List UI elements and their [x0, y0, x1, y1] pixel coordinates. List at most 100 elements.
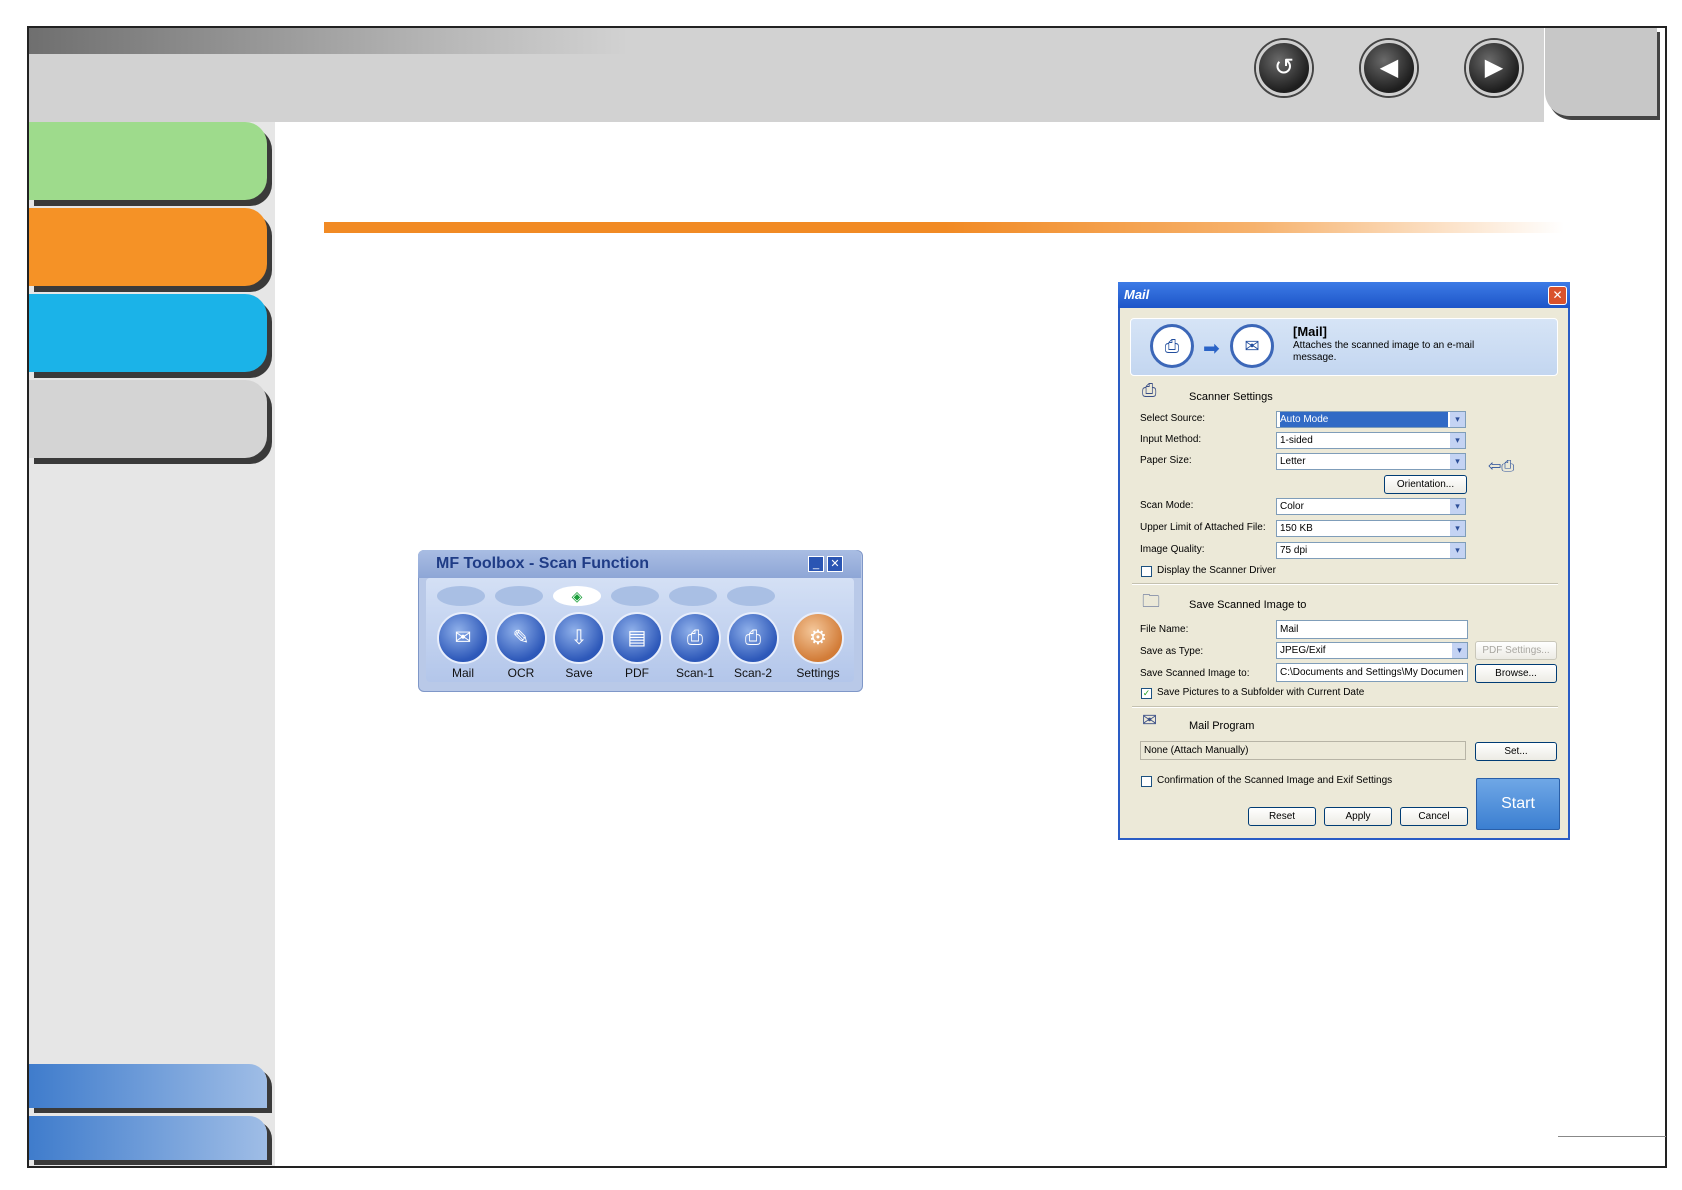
- select-source-dropdown[interactable]: Auto Mode ▾: [1276, 411, 1466, 428]
- banner-heading: [Mail]: [1293, 324, 1327, 339]
- indicator-pdf: [611, 586, 659, 606]
- scanner-settings-icon: ⎙: [1142, 380, 1157, 400]
- paper-size-value: Letter: [1280, 456, 1306, 467]
- toolbox-title: MF Toolbox - Scan Function: [436, 555, 650, 572]
- section-divider: [1132, 706, 1558, 708]
- save-image-title: Save Scanned Image to: [1189, 599, 1307, 611]
- save-button-label: Save: [565, 666, 593, 680]
- ocr-icon[interactable]: ✎: [495, 612, 547, 664]
- chevron-down-icon[interactable]: ▾: [1450, 543, 1465, 558]
- mail-program-field: None (Attach Manually): [1140, 741, 1466, 760]
- scan1-button-label: Scan-1: [675, 666, 715, 680]
- scan2-icon[interactable]: ⎙: [727, 612, 779, 664]
- upper-limit-label: Upper Limit of Attached File:: [1140, 522, 1266, 533]
- confirmation-checkbox[interactable]: [1141, 776, 1152, 787]
- paper-size-label: Paper Size:: [1140, 455, 1192, 466]
- apply-button[interactable]: Apply: [1324, 807, 1392, 826]
- chevron-down-icon[interactable]: ▾: [1450, 454, 1465, 469]
- pdf-settings-button[interactable]: PDF Settings...: [1475, 641, 1557, 660]
- chevron-down-icon[interactable]: ▾: [1450, 433, 1465, 448]
- settings-button-label: Settings: [796, 666, 840, 680]
- indicator-scan2: [727, 586, 775, 606]
- scan2-button-label: Scan-2: [733, 666, 773, 680]
- paper-size-dropdown[interactable]: Letter ▾: [1276, 453, 1466, 470]
- image-quality-label: Image Quality:: [1140, 544, 1205, 555]
- sidebar-tab-cyan[interactable]: [29, 294, 267, 372]
- start-button[interactable]: Start: [1476, 778, 1560, 830]
- pdf-button-label: PDF: [625, 666, 649, 680]
- email-icon: ✉: [1230, 324, 1274, 368]
- minimize-icon[interactable]: _: [808, 556, 824, 572]
- file-name-input[interactable]: Mail: [1276, 620, 1468, 639]
- chevron-down-icon[interactable]: ▾: [1452, 643, 1467, 658]
- indicator-mail: [437, 586, 485, 606]
- indicator-ocr: [495, 586, 543, 606]
- chevron-down-icon[interactable]: ▾: [1450, 521, 1465, 536]
- scanner-settings-title: Scanner Settings: [1189, 391, 1273, 403]
- mail-icon[interactable]: ✉: [437, 612, 489, 664]
- scan1-icon[interactable]: ⎙: [669, 612, 721, 664]
- mail-dialog-title: Mail: [1124, 287, 1150, 302]
- sidebar-bottom-tab-2[interactable]: [29, 1116, 267, 1160]
- dialog-close-icon[interactable]: ✕: [1548, 286, 1567, 305]
- save-type-dropdown[interactable]: JPEG/Exif ▾: [1276, 642, 1468, 659]
- scan-mode-dropdown[interactable]: Color ▾: [1276, 498, 1466, 515]
- sidebar-tab-gray[interactable]: [29, 380, 267, 458]
- indicator-scan1: [669, 586, 717, 606]
- display-driver-label: Display the Scanner Driver: [1157, 565, 1276, 576]
- sidebar-tab-orange[interactable]: [29, 208, 267, 286]
- save-icon[interactable]: ⇩: [553, 612, 605, 664]
- save-type-label: Save as Type:: [1140, 646, 1204, 657]
- upper-limit-value: 150 KB: [1280, 523, 1313, 534]
- banner-description: Attaches the scanned image to an e-mail …: [1293, 340, 1475, 363]
- display-driver-checkbox[interactable]: [1141, 566, 1152, 577]
- confirmation-label: Confirmation of the Scanned Image and Ex…: [1157, 775, 1393, 786]
- scanner-icon: ⎙: [1150, 324, 1194, 368]
- page-number-rule: [1558, 1136, 1666, 1137]
- input-method-dropdown[interactable]: 1-sided ▾: [1276, 432, 1466, 449]
- settings-icon[interactable]: ⚙: [792, 612, 844, 664]
- chevron-down-icon[interactable]: ▾: [1450, 412, 1465, 427]
- save-to-label: Save Scanned Image to:: [1140, 668, 1250, 679]
- save-type-value: JPEG/Exif: [1280, 645, 1326, 656]
- sidebar-tab-green[interactable]: [29, 122, 267, 200]
- ocr-button-label: OCR: [507, 666, 535, 680]
- mail-button-label: Mail: [451, 666, 474, 680]
- subfolder-label: Save Pictures to a Subfolder with Curren…: [1157, 687, 1365, 698]
- browse-button[interactable]: Browse...: [1475, 664, 1557, 683]
- chevron-down-icon[interactable]: ▾: [1450, 499, 1465, 514]
- section-title-rule: [324, 222, 1564, 233]
- save-to-path-input[interactable]: C:\Documents and Settings\My Documen: [1276, 663, 1468, 682]
- top-bar-gradient: [29, 28, 629, 54]
- scan-mode-value: Color: [1280, 501, 1304, 512]
- set-button[interactable]: Set...: [1475, 742, 1557, 761]
- select-source-label: Select Source:: [1140, 413, 1206, 424]
- top-right-tab[interactable]: [1545, 28, 1657, 116]
- indicator-save-active-icon: ◈: [553, 586, 601, 606]
- cancel-button[interactable]: Cancel: [1400, 807, 1468, 826]
- previous-page-icon[interactable]: ◀: [1361, 40, 1417, 96]
- folder-icon: 🗀: [1142, 591, 1160, 611]
- reset-button[interactable]: Reset: [1248, 807, 1316, 826]
- file-name-label: File Name:: [1140, 624, 1189, 635]
- input-method-value: 1-sided: [1280, 435, 1313, 446]
- pdf-icon[interactable]: ▤: [611, 612, 663, 664]
- mail-dialog-title-bar[interactable]: [1118, 282, 1570, 308]
- input-method-label: Input Method:: [1140, 434, 1202, 445]
- return-icon[interactable]: ↺: [1256, 40, 1312, 96]
- next-page-icon[interactable]: ▶: [1466, 40, 1522, 96]
- subfolder-checkbox[interactable]: ✓: [1141, 688, 1152, 699]
- section-divider: [1132, 583, 1558, 585]
- select-source-value: Auto Mode: [1280, 412, 1448, 427]
- sidebar-bottom-tab-1[interactable]: [29, 1064, 267, 1108]
- image-quality-value: 75 dpi: [1280, 545, 1308, 556]
- image-quality-dropdown[interactable]: 75 dpi ▾: [1276, 542, 1466, 559]
- arrow-right-icon: ➡: [1203, 338, 1220, 360]
- upper-limit-dropdown[interactable]: 150 KB ▾: [1276, 520, 1466, 537]
- orientation-button[interactable]: Orientation...: [1384, 475, 1467, 494]
- scan-mode-label: Scan Mode:: [1140, 500, 1194, 511]
- orientation-icon: ⇦⎙: [1488, 458, 1515, 475]
- mail-program-title: Mail Program: [1189, 720, 1255, 732]
- mail-program-icon: ✉: [1142, 710, 1158, 730]
- close-icon[interactable]: ✕: [827, 556, 843, 572]
